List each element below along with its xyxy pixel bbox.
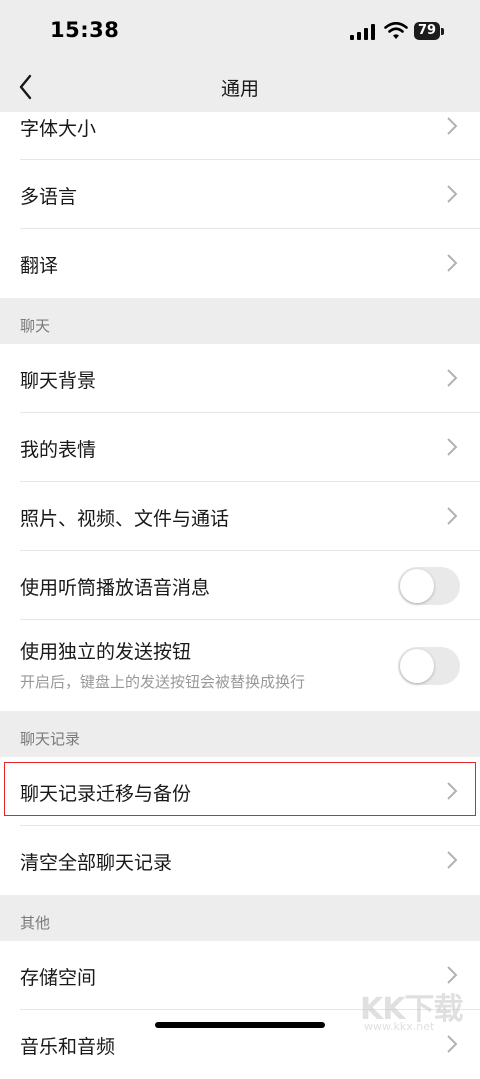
- group-display: 字体大小 多语言 翻译: [0, 92, 480, 298]
- row-label: 使用听筒播放语音消息: [20, 577, 211, 599]
- chevron-right-icon: [447, 1035, 458, 1053]
- row-clear-history[interactable]: 清空全部聊天记录: [0, 826, 480, 895]
- status-time: 15:38: [50, 18, 120, 42]
- section-header-other: 其他: [0, 895, 480, 941]
- row-label: 字体大小: [20, 118, 97, 140]
- row-label: 使用独立的发送按钮: [20, 641, 192, 663]
- chevron-right-icon: [447, 117, 458, 135]
- row-separate-send-button: 使用独立的发送按钮 开启后，键盘上的发送按钮会被替换成换行: [0, 620, 480, 711]
- wifi-icon: [384, 22, 408, 39]
- section-header-history: 聊天记录: [0, 711, 480, 757]
- battery-icon: 79: [414, 22, 440, 40]
- toggle-knob: [400, 649, 434, 683]
- row-label: 照片、视频、文件与通话: [20, 508, 230, 530]
- page-title: 通用: [220, 78, 259, 100]
- row-label: 音乐和音频: [20, 1036, 116, 1058]
- row-label: 我的表情: [20, 439, 97, 461]
- row-earpiece-playback: 使用听筒播放语音消息: [0, 551, 480, 620]
- row-label: 聊天背景: [20, 370, 97, 392]
- watermark-url: www.kkx.net: [364, 1020, 435, 1033]
- chevron-right-icon: [447, 185, 458, 203]
- send-button-toggle[interactable]: [398, 647, 460, 685]
- chevron-right-icon: [447, 254, 458, 272]
- highlight-box: [4, 762, 476, 816]
- chevron-right-icon: [447, 507, 458, 525]
- earpiece-toggle[interactable]: [398, 567, 460, 605]
- nav-bar-overlay: 通用: [0, 62, 480, 112]
- settings-list: 字体大小 多语言 翻译 聊天 聊天背景 我的表情 照片、视频、文件与通话 使用听…: [0, 92, 480, 1079]
- row-my-stickers[interactable]: 我的表情: [0, 413, 480, 482]
- group-chat: 聊天背景 我的表情 照片、视频、文件与通话 使用听筒播放语音消息 使用独立的发送…: [0, 344, 480, 711]
- toggle-knob: [400, 569, 434, 603]
- section-title: 聊天记录: [20, 730, 81, 748]
- row-label: 清空全部聊天记录: [20, 852, 173, 874]
- battery-tip: [441, 28, 444, 35]
- row-translate[interactable]: 翻译: [0, 229, 480, 298]
- row-sublabel: 开启后，键盘上的发送按钮会被替换成换行: [20, 673, 306, 691]
- home-indicator[interactable]: [155, 1022, 325, 1028]
- section-title: 聊天: [20, 317, 51, 335]
- status-bar-overlay: 15:38 79: [0, 0, 480, 62]
- row-chat-background[interactable]: 聊天背景: [0, 344, 480, 413]
- row-label: 多语言: [20, 186, 78, 208]
- section-header-chat: 聊天: [0, 298, 480, 344]
- row-language[interactable]: 多语言: [0, 160, 480, 229]
- row-label: 存储空间: [20, 967, 97, 989]
- row-label: 翻译: [20, 255, 59, 277]
- chevron-right-icon: [447, 966, 458, 984]
- chevron-right-icon: [447, 369, 458, 387]
- section-title: 其他: [20, 914, 51, 932]
- chevron-right-icon: [447, 851, 458, 869]
- cellular-signal-icon: [350, 24, 375, 40]
- row-media-files-calls[interactable]: 照片、视频、文件与通话: [0, 482, 480, 551]
- watermark-logo: KK下载 www.kkx.net: [360, 984, 470, 1034]
- chevron-right-icon: [447, 438, 458, 456]
